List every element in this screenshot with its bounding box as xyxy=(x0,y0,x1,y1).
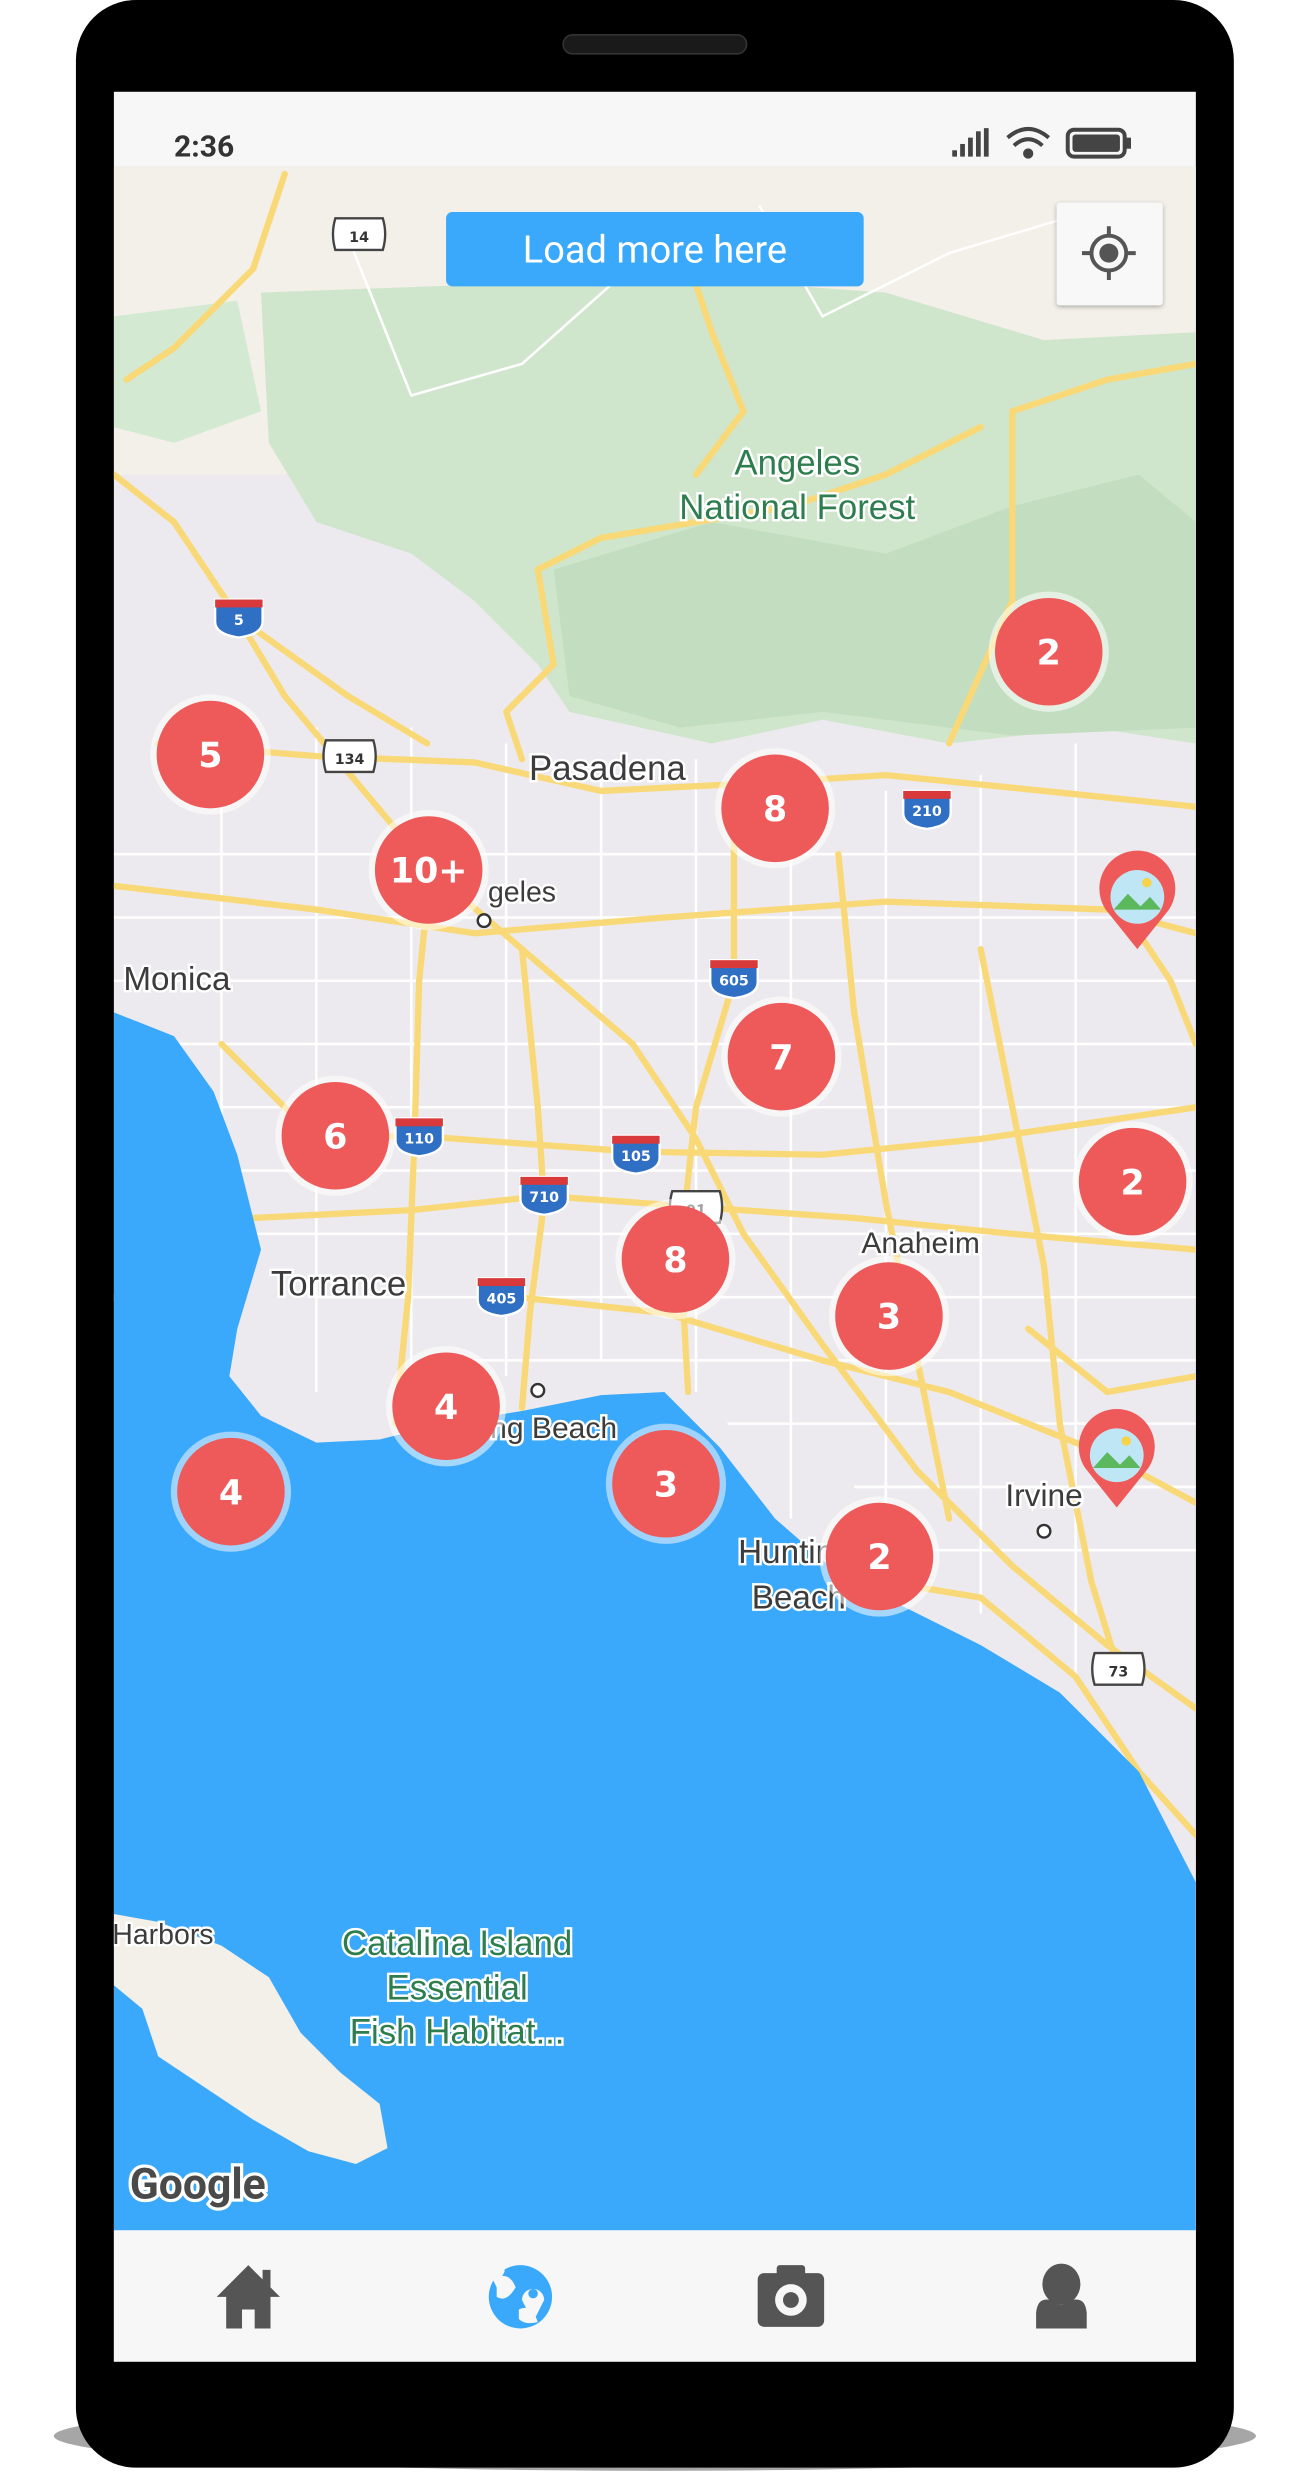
highway-shield: 5 xyxy=(213,598,264,639)
label-pasadena: Pasadena xyxy=(529,749,686,788)
highway-shield: 134 xyxy=(322,739,377,774)
cluster-marker[interactable]: 2 xyxy=(988,591,1109,712)
highway-shield-label: 710 xyxy=(529,1190,559,1206)
cluster-count: 3 xyxy=(877,1298,901,1338)
cluster-count: 2 xyxy=(1037,633,1061,673)
highway-shield: 14 xyxy=(331,217,387,252)
label-catalina-2: Essential xyxy=(387,1968,528,2007)
nav-camera[interactable] xyxy=(731,2246,850,2347)
nav-profile[interactable] xyxy=(1001,2246,1120,2347)
my-location-button[interactable] xyxy=(1056,202,1163,306)
bottom-nav xyxy=(113,2230,1196,2362)
cluster-marker[interactable]: 2 xyxy=(819,1496,940,1617)
cluster-count: 3 xyxy=(654,1465,678,1505)
map-view[interactable]: Angeles National Forest Pasadena geles M… xyxy=(112,166,1196,2231)
label-irvine: Irvine xyxy=(1005,1477,1082,1513)
highway-shield-label: 134 xyxy=(335,752,365,768)
nav-home[interactable] xyxy=(190,2246,309,2347)
highway-shield-label: 405 xyxy=(487,1291,517,1307)
load-more-label: Load more here xyxy=(523,229,787,273)
cluster-marker[interactable]: 5 xyxy=(150,694,271,815)
label-harbors: Harbors xyxy=(112,1919,213,1951)
highway-shield-label: 5 xyxy=(234,613,244,629)
highway-shield: 710 xyxy=(519,1175,570,1217)
google-logo: Google xyxy=(130,2160,266,2210)
cluster-count: 2 xyxy=(1120,1163,1144,1203)
highway-shield: 210 xyxy=(902,789,952,831)
highway-shield-label: 210 xyxy=(912,804,942,820)
cluster-marker[interactable]: 4 xyxy=(170,1431,292,1552)
cluster-count: 5 xyxy=(198,736,222,776)
label-long-beach: ng Beach xyxy=(490,1412,617,1445)
cluster-count: 6 xyxy=(323,1117,347,1157)
cluster-count: 10+ xyxy=(390,852,468,892)
label-torrance: Torrance xyxy=(271,1265,406,1304)
label-los-angeles: geles xyxy=(488,877,556,909)
label-santa-monica: Monica xyxy=(123,961,231,998)
label-anaheim: Anaheim xyxy=(861,1227,980,1260)
cluster-marker[interactable]: 4 xyxy=(385,1346,507,1467)
cluster-marker[interactable]: 8 xyxy=(714,748,836,869)
cluster-count: 4 xyxy=(434,1388,458,1428)
cluster-marker[interactable]: 3 xyxy=(605,1423,727,1544)
cluster-count: 8 xyxy=(763,790,787,830)
highway-shield-label: 14 xyxy=(349,230,369,246)
highway-shield: 405 xyxy=(476,1276,527,1318)
camera-icon xyxy=(757,2265,825,2327)
cluster-marker[interactable]: 8 xyxy=(615,1199,736,1320)
nav-map[interactable] xyxy=(459,2246,578,2347)
cluster-marker[interactable]: 10+ xyxy=(368,809,489,931)
cluster-count: 7 xyxy=(769,1038,793,1078)
highway-shield: 605 xyxy=(709,958,759,1000)
highway-shield: 105 xyxy=(610,1134,661,1175)
label-catalina-3: Fish Habitat... xyxy=(350,2013,565,2052)
highway-shield-label: 605 xyxy=(719,973,749,989)
cluster-count: 2 xyxy=(867,1538,891,1578)
label-catalina-1: Catalina Island xyxy=(342,1924,572,1963)
highway-shield-label: 105 xyxy=(621,1149,651,1165)
status-time: 2:36 xyxy=(174,130,234,165)
highway-shield-label: 110 xyxy=(404,1132,434,1148)
cluster-marker[interactable]: 6 xyxy=(275,1075,396,1196)
label-angeles-forest-2: National Forest xyxy=(679,488,915,527)
cluster-count: 4 xyxy=(219,1473,243,1513)
cluster-marker[interactable]: 2 xyxy=(1072,1121,1193,1242)
label-angeles-forest-1: Angeles xyxy=(734,444,860,483)
load-more-button[interactable]: Load more here xyxy=(446,211,864,287)
phone-mockup: 2:36 Angeles National Forest Pasadena ge… xyxy=(53,0,1256,2471)
highway-shield-label: 73 xyxy=(1108,1665,1128,1681)
cluster-marker[interactable]: 7 xyxy=(721,996,842,1117)
cluster-count: 8 xyxy=(663,1241,687,1281)
cluster-marker[interactable]: 3 xyxy=(828,1255,950,1377)
highway-shield: 73 xyxy=(1091,1651,1146,1686)
highway-shield: 110 xyxy=(394,1117,445,1158)
speaker-grille xyxy=(562,34,748,55)
